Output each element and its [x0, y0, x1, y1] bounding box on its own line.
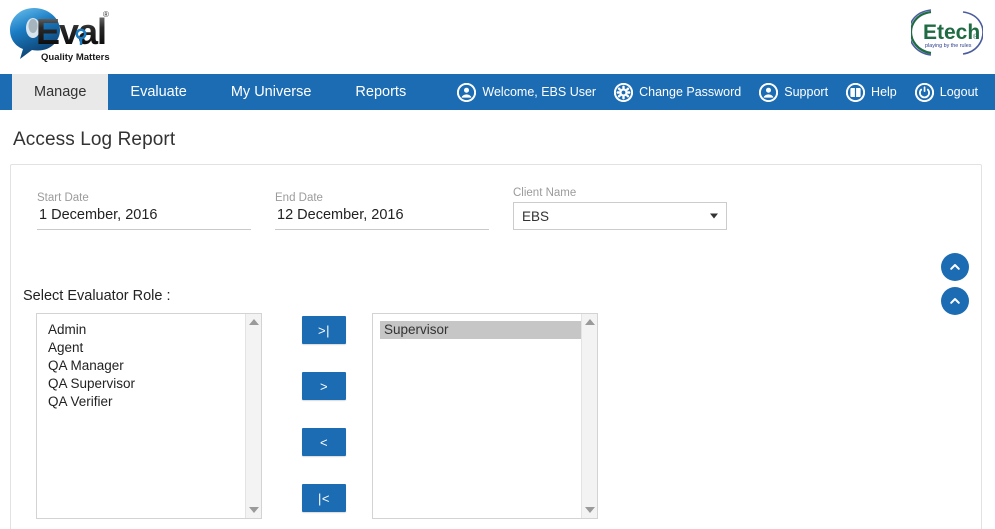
move-left-button[interactable]: <: [302, 428, 346, 456]
nav-tabs: Manage Evaluate My Universe Reports: [0, 74, 428, 110]
evaluator-role-label: Select Evaluator Role :: [23, 288, 171, 304]
svg-text:Eval: Eval: [36, 11, 106, 52]
move-all-left-button[interactable]: |<: [302, 484, 346, 512]
nav-tab-label: Manage: [34, 84, 87, 100]
move-right-button[interactable]: >: [302, 372, 346, 400]
book-icon: [846, 82, 866, 102]
nav-tab-manage[interactable]: Manage: [12, 74, 109, 110]
scroll-up-arrow-icon[interactable]: [584, 319, 595, 325]
page-title: Access Log Report: [13, 129, 176, 150]
nav-link-welcome-user[interactable]: Welcome, EBS User: [448, 82, 605, 102]
chevron-down-icon: [710, 213, 718, 219]
power-icon: [914, 82, 934, 102]
selected-roles-listbox[interactable]: Supervisor: [372, 313, 598, 519]
nav-link-label: Change Password: [639, 85, 742, 99]
nav-tab-evaluate[interactable]: Evaluate: [108, 74, 208, 110]
scroll-down-arrow-icon[interactable]: [584, 507, 595, 513]
selected-roles-scrollbar[interactable]: [581, 314, 597, 518]
user-icon: [759, 82, 779, 102]
evaluator-role-dual-list: Admin Agent QA Manager QA Supervisor QA …: [11, 313, 981, 519]
chevron-up-icon: [948, 260, 962, 274]
page-header: Eval ® Quality Matters Etech ® playing b…: [0, 0, 995, 74]
report-filters-card: Start Date End Date Client Name EBS Sele…: [10, 164, 982, 529]
end-date-label: End Date: [275, 192, 323, 204]
end-date-field-group: End Date: [275, 192, 489, 230]
start-date-label: Start Date: [37, 192, 89, 204]
start-date-input[interactable]: [37, 206, 251, 230]
svg-text:®: ®: [973, 33, 979, 41]
svg-text:®: ®: [103, 10, 109, 19]
nav-link-label: Logout: [939, 85, 978, 99]
available-roles-items: Admin Agent QA Manager QA Supervisor QA …: [37, 314, 245, 518]
etech-logo[interactable]: Etech ® playing by the rules: [908, 8, 984, 56]
scroll-top-button-secondary[interactable]: [941, 287, 969, 315]
qeval-logo[interactable]: Eval ® Quality Matters: [8, 4, 116, 66]
nav-tab-label: Evaluate: [130, 84, 187, 100]
svg-text:playing by the rules: playing by the rules: [925, 43, 972, 49]
main-navigation: Manage Evaluate My Universe Reports Welc…: [0, 74, 995, 110]
nav-link-label: Support: [784, 85, 829, 99]
selected-roles-items: Supervisor: [373, 314, 581, 518]
nav-link-support[interactable]: Support: [750, 82, 837, 102]
client-name-field-group: Client Name EBS: [513, 187, 727, 230]
client-name-selected-value: EBS: [522, 208, 550, 224]
start-date-field-group: Start Date: [37, 192, 251, 230]
list-item[interactable]: Supervisor: [380, 321, 581, 339]
list-item[interactable]: QA Supervisor: [44, 375, 245, 393]
nav-link-label: Welcome, EBS User: [482, 85, 597, 99]
nav-link-logout[interactable]: Logout: [906, 82, 987, 102]
gear-icon: [614, 82, 634, 102]
available-roles-scrollbar[interactable]: [245, 314, 261, 518]
nav-tab-label: My Universe: [230, 84, 312, 100]
nav-link-label: Help: [871, 85, 897, 99]
list-item[interactable]: QA Manager: [44, 357, 245, 375]
scroll-controls: [941, 253, 969, 315]
scroll-down-arrow-icon[interactable]: [248, 507, 259, 513]
scroll-up-arrow-icon[interactable]: [248, 319, 259, 325]
nav-tab-reports[interactable]: Reports: [333, 74, 428, 110]
move-all-right-button[interactable]: >|: [302, 316, 346, 344]
scroll-top-button-primary[interactable]: [941, 253, 969, 281]
nav-tab-my-universe[interactable]: My Universe: [209, 74, 334, 110]
user-icon: [457, 82, 477, 102]
transfer-button-column: >| > < |<: [262, 313, 372, 512]
nav-tab-label: Reports: [355, 84, 407, 100]
svg-text:Quality Matters: Quality Matters: [41, 52, 110, 63]
available-roles-listbox[interactable]: Admin Agent QA Manager QA Supervisor QA …: [36, 313, 262, 519]
nav-link-change-password[interactable]: Change Password: [605, 82, 750, 102]
list-item[interactable]: Agent: [44, 339, 245, 357]
nav-link-help[interactable]: Help: [837, 82, 906, 102]
list-item[interactable]: QA Verifier: [44, 393, 245, 411]
filter-form-row: Start Date End Date Client Name EBS: [11, 187, 981, 230]
client-name-label: Client Name: [513, 187, 577, 199]
list-item[interactable]: Admin: [44, 321, 245, 339]
client-name-select[interactable]: EBS: [513, 202, 727, 230]
svg-text:Etech: Etech: [923, 21, 980, 44]
end-date-input[interactable]: [275, 206, 489, 230]
chevron-up-icon: [948, 294, 962, 308]
nav-user-links: Welcome, EBS User Change Password Suppor…: [448, 74, 995, 110]
